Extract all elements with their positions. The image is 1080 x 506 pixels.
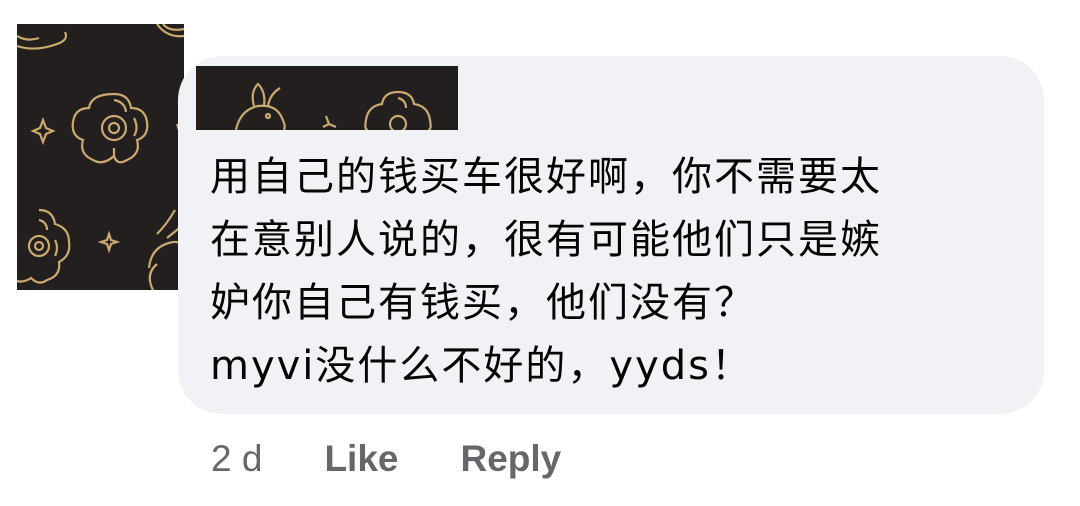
comment-timestamp[interactable]: 2 d: [211, 438, 262, 480]
comment-line: 妒你自己有钱买，他们没有？: [210, 280, 756, 326]
mooncake-pattern-icon: [17, 24, 184, 290]
avatar[interactable]: [17, 24, 184, 290]
comment-text: 用自己的钱买车很好啊，你不需要太 在意别人说的，很有可能他们只是嫉 妒你自己有钱…: [210, 146, 1010, 398]
name-pattern-icon: [234, 82, 432, 130]
comment-actions: 2 d Like Reply: [211, 438, 623, 480]
commenter-name-redacted[interactable]: [196, 66, 458, 130]
comment-line: 用自己的钱买车很好啊，你不需要太: [210, 154, 882, 200]
comment-line: 在意别人说的，很有可能他们只是嫉: [210, 217, 882, 263]
like-button[interactable]: Like: [324, 438, 398, 480]
reply-button[interactable]: Reply: [460, 438, 561, 480]
comment-line: myvi没什么不好的，yyds！: [210, 343, 753, 389]
